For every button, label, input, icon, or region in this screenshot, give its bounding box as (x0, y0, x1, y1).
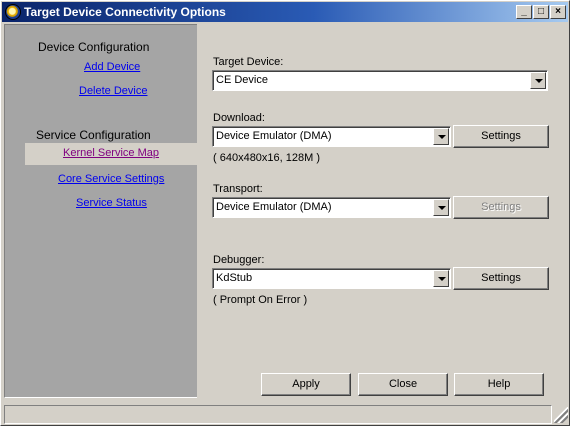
add-device-link[interactable]: Add Device (84, 61, 140, 73)
kernel-service-map-link[interactable]: Kernel Service Map (63, 147, 159, 159)
service-configuration-heading: Service Configuration (36, 128, 151, 142)
window-title: Target Device Connectivity Options (24, 5, 226, 19)
chevron-down-icon[interactable] (433, 199, 449, 216)
title-bar[interactable]: Target Device Connectivity Options _ □ × (2, 2, 568, 22)
download-select[interactable]: Device Emulator (DMA) (212, 126, 451, 147)
transport-label: Transport: (213, 183, 263, 195)
debugger-select[interactable]: KdStub (212, 268, 451, 289)
download-value: Device Emulator (DMA) (216, 130, 332, 142)
apply-button[interactable]: Apply (261, 373, 351, 396)
maximize-button[interactable]: □ (533, 5, 549, 19)
debugger-settings-button[interactable]: Settings (453, 267, 549, 290)
debugger-value: KdStub (216, 272, 253, 284)
transport-value: Device Emulator (DMA) (216, 201, 332, 213)
chevron-down-icon[interactable] (433, 270, 449, 287)
target-device-select[interactable]: CE Device (212, 70, 548, 91)
resize-grip-icon[interactable] (554, 407, 568, 423)
chevron-down-icon[interactable] (433, 128, 449, 145)
status-bar (4, 405, 552, 424)
target-device-label: Target Device: (213, 56, 284, 68)
delete-device-link[interactable]: Delete Device (79, 85, 147, 97)
download-settings-button[interactable]: Settings (453, 125, 549, 148)
device-configuration-heading: Device Configuration (38, 40, 150, 54)
debugger-note: ( Prompt On Error ) (213, 294, 308, 306)
download-label: Download: (213, 112, 265, 124)
sidebar-item-kernel-service-map[interactable]: Kernel Service Map (25, 143, 197, 165)
transport-select[interactable]: Device Emulator (DMA) (212, 197, 451, 218)
download-note: ( 640x480x16, 128M ) (213, 152, 321, 164)
transport-settings-button: Settings (453, 196, 549, 219)
service-status-link[interactable]: Service Status (76, 197, 147, 209)
debugger-label: Debugger: (213, 254, 265, 266)
minimize-button[interactable]: _ (516, 5, 532, 19)
help-button[interactable]: Help (454, 373, 544, 396)
sidebar: Device Configuration Add Device Delete D… (4, 24, 197, 398)
chevron-down-icon[interactable] (530, 72, 546, 89)
target-device-icon (5, 4, 21, 20)
core-service-settings-link[interactable]: Core Service Settings (58, 173, 164, 185)
connectivity-options-window: Target Device Connectivity Options _ □ ×… (0, 0, 570, 426)
target-device-value: CE Device (216, 74, 268, 86)
close-window-button[interactable]: × (550, 5, 566, 19)
close-button[interactable]: Close (358, 373, 448, 396)
